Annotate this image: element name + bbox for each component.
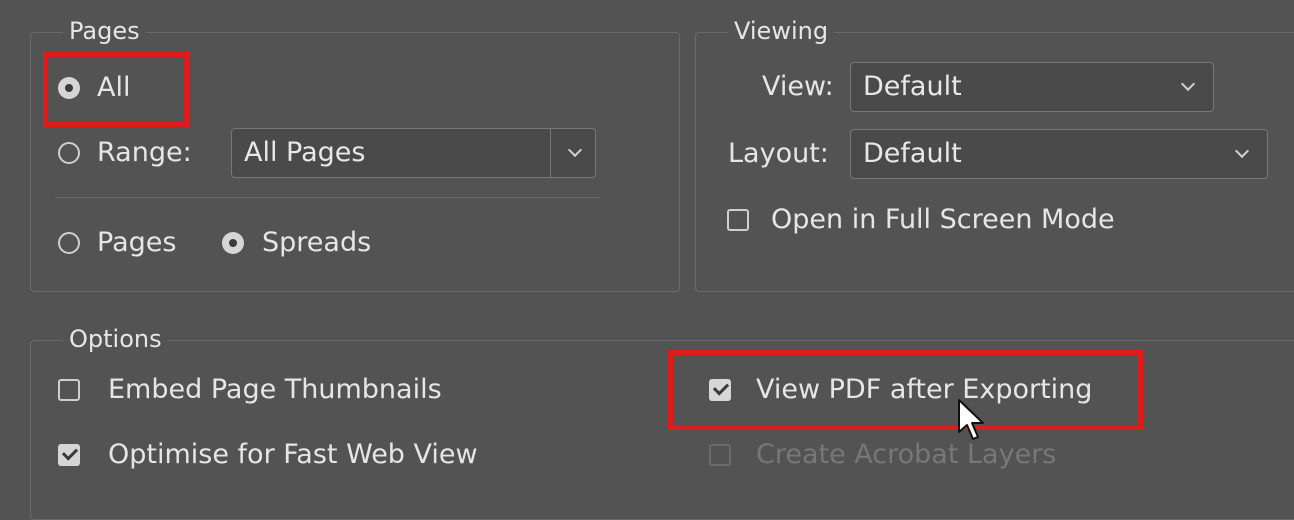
- options-legend: Options: [63, 324, 168, 354]
- all-highlight-box: [43, 52, 189, 127]
- pages-legend: Pages: [63, 16, 146, 46]
- chevron-down-icon: [567, 142, 583, 158]
- fullscreen-checkbox[interactable]: [727, 209, 749, 231]
- view-select-value: Default: [863, 71, 962, 102]
- view-pdf-highlight-box: [668, 350, 1143, 430]
- optimise-fast-web-label[interactable]: Optimise for Fast Web View: [108, 438, 478, 472]
- range-label[interactable]: Range:: [97, 136, 192, 170]
- layout-select-value: Default: [863, 138, 962, 169]
- pages-option-label[interactable]: Pages: [97, 226, 176, 260]
- layout-label: Layout:: [728, 138, 829, 169]
- range-radio[interactable]: [58, 142, 80, 164]
- pages-divider: [55, 197, 600, 198]
- chevron-down-icon: [1234, 143, 1250, 159]
- embed-thumbnails-checkbox[interactable]: [58, 379, 80, 401]
- embed-thumbnails-label[interactable]: Embed Page Thumbnails: [108, 373, 442, 407]
- viewing-legend: Viewing: [728, 16, 835, 46]
- spreads-label[interactable]: Spreads: [262, 226, 371, 260]
- layout-select[interactable]: Default: [850, 129, 1268, 179]
- create-acrobat-layers-checkbox: [709, 444, 731, 466]
- mouse-cursor-icon: [958, 399, 984, 440]
- view-select[interactable]: Default: [850, 62, 1214, 112]
- pages-radio[interactable]: [58, 232, 80, 254]
- optimise-fast-web-checkbox[interactable]: [58, 444, 80, 466]
- range-select-value: All Pages: [244, 137, 366, 168]
- range-select-separator: [550, 129, 551, 177]
- spreads-radio[interactable]: [222, 232, 244, 254]
- chevron-down-icon: [1180, 76, 1196, 92]
- range-select[interactable]: All Pages: [231, 128, 596, 178]
- create-acrobat-layers-label: Create Acrobat Layers: [756, 439, 1057, 470]
- fullscreen-label[interactable]: Open in Full Screen Mode: [771, 203, 1115, 237]
- view-label: View:: [762, 71, 834, 102]
